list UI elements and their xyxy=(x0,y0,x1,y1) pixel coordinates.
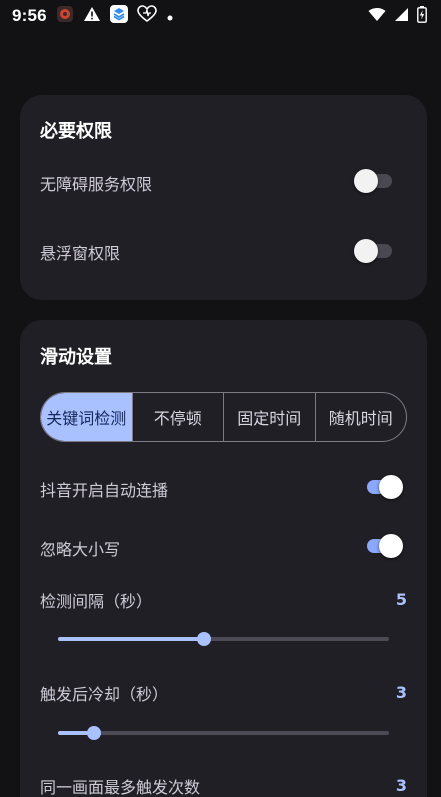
switch-thumb xyxy=(379,475,403,499)
switch-thumb xyxy=(354,239,378,263)
switch-thumb xyxy=(354,169,378,193)
douyin-autoplay-switch[interactable] xyxy=(363,475,403,499)
overlay-permission-switch[interactable] xyxy=(354,239,394,263)
max-triggers-value: 3 xyxy=(395,776,407,795)
permissions-title: 必要权限 xyxy=(40,121,112,142)
douyin-autoplay-label: 抖音开启自动连播 xyxy=(40,481,169,500)
slider-rail xyxy=(58,731,389,735)
slider-knob[interactable] xyxy=(87,726,102,740)
permissions-card: 必要权限 无障碍服务权限 悬浮窗权限 xyxy=(20,95,427,300)
slider-fill xyxy=(58,637,204,641)
mode-keyword-detection[interactable]: 关键词检测 xyxy=(41,393,132,441)
layers-app-icon xyxy=(109,5,128,27)
mode-fixed-time[interactable]: 固定时间 xyxy=(223,393,315,441)
mode-segmented-control: 关键词检测 不停顿 固定时间 随机时间 xyxy=(40,392,407,442)
cooldown-value: 3 xyxy=(395,683,407,702)
dot-icon xyxy=(166,7,174,26)
status-bar: 9:56 xyxy=(0,0,441,32)
battery-icon xyxy=(417,5,427,27)
mode-no-pause[interactable]: 不停顿 xyxy=(131,393,224,441)
mode-random-time[interactable]: 随机时间 xyxy=(314,393,407,441)
app-notification-icon xyxy=(56,5,74,27)
overlay-permission-label: 悬浮窗权限 xyxy=(40,244,121,263)
scroll-settings-title: 滑动设置 xyxy=(40,347,112,368)
cooldown-label: 触发后冷却（秒） xyxy=(40,685,169,704)
detect-interval-slider[interactable] xyxy=(58,629,389,649)
health-app-icon xyxy=(137,5,157,27)
warning-icon xyxy=(83,6,101,26)
slider-knob[interactable] xyxy=(196,632,211,646)
accessibility-permission-label: 无障碍服务权限 xyxy=(40,175,153,194)
max-triggers-label: 同一画面最多触发次数 xyxy=(40,778,201,797)
signal-icon xyxy=(394,7,409,26)
status-time: 9:56 xyxy=(12,6,47,25)
detect-interval-value: 5 xyxy=(395,590,407,609)
cooldown-slider[interactable] xyxy=(58,723,389,743)
detect-interval-label: 检测间隔（秒） xyxy=(40,592,153,611)
accessibility-permission-switch[interactable] xyxy=(354,169,394,193)
scroll-settings-card: 滑动设置 关键词检测 不停顿 固定时间 随机时间 抖音开启自动连播 忽略大小写 … xyxy=(20,320,427,797)
wifi-icon xyxy=(368,7,386,26)
switch-thumb xyxy=(379,534,403,558)
ignore-case-switch[interactable] xyxy=(363,534,403,558)
ignore-case-label: 忽略大小写 xyxy=(40,540,121,559)
